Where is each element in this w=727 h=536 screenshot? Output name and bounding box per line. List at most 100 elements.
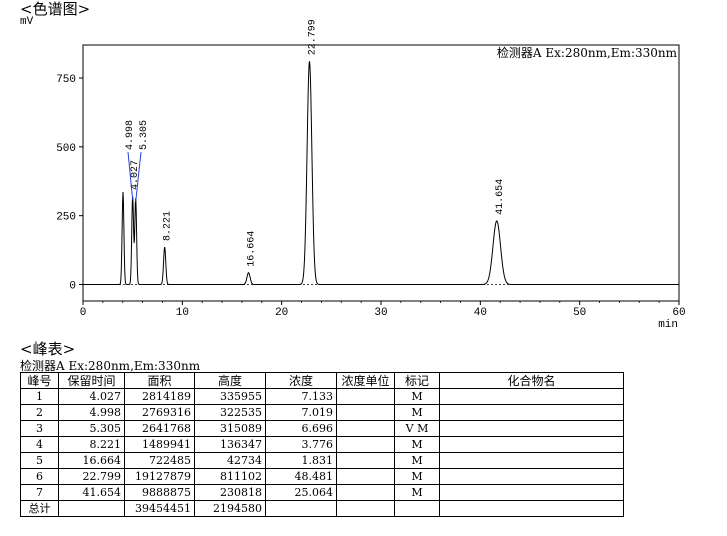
cell-compound-name [439,452,624,469]
cell-mark: M [394,484,440,501]
cell-area: 2641768 [124,420,195,437]
cell-conc-unit [336,484,395,501]
cell-conc-unit [336,388,395,405]
cell-height: 335955 [194,388,266,405]
peak-label: 41.654 [495,179,506,215]
cell-peak-no: 1 [20,388,59,405]
cell-retention-time [58,500,125,517]
header-peak-no: 峰号 [20,372,59,389]
header-conc-unit: 浓度单位 [336,372,395,389]
table-row: 2 4.998 2769316 322535 7.019 M [20,404,624,421]
cell-conc-unit [336,500,395,517]
table-row: 4 8.221 1489941 136347 3.776 M [20,436,624,453]
cell-peak-no: 6 [20,468,59,485]
cell-conc-unit [336,452,395,469]
peak-label: 16.664 [247,231,258,267]
cell-height: 2194580 [194,500,266,517]
x-tick-label: 10 [176,307,189,319]
x-tick-label: 0 [80,307,87,319]
x-tick-label: 40 [474,307,487,319]
table-row: 3 5.305 2641768 315089 6.696 V M [20,420,624,437]
peak-table: 峰号 保留时间 面积 高度 浓度 浓度单位 标记 化合物名 1 4.027 2814… [20,372,624,517]
cell-concentration: 7.133 [265,388,337,405]
cell-conc-unit [336,468,395,485]
peak-table-header: 峰号 保留时间 面积 高度 浓度 浓度单位 标记 化合物名 [20,372,624,389]
cell-area: 722485 [124,452,195,469]
cell-retention-time: 4.027 [58,388,125,405]
cell-area: 2814189 [124,388,195,405]
cell-height: 315089 [194,420,266,437]
cell-concentration: 3.776 [265,436,337,453]
cell-concentration: 1.831 [265,452,337,469]
cell-peak-no: 总计 [20,500,59,517]
cell-peak-no: 4 [20,436,59,453]
peak-label: 22.799 [308,19,319,55]
cell-conc-unit [336,436,395,453]
cell-height: 322535 [194,404,266,421]
cell-area: 2769316 [124,404,195,421]
y-tick-label: 750 [56,74,76,86]
header-height: 高度 [194,372,266,389]
cell-retention-time: 5.305 [58,420,125,437]
cell-mark [394,500,440,517]
cell-conc-unit [336,420,395,437]
cell-compound-name [439,420,624,437]
cell-area: 1489941 [124,436,195,453]
cell-area: 39454451 [124,500,195,517]
cell-compound-name [439,468,624,485]
y-tick-label: 0 [69,280,76,292]
peak-label: 4.998 [125,120,136,150]
table-row: 1 4.027 2814189 335955 7.133 M [20,388,624,405]
cell-retention-time: 22.799 [58,468,125,485]
cell-mark: M [394,452,440,469]
cell-peak-no: 7 [20,484,59,501]
cell-concentration: 6.696 [265,420,337,437]
cell-peak-no: 5 [20,452,59,469]
plot-frame [82,44,680,302]
cell-mark: M [394,388,440,405]
cell-height: 42734 [194,452,266,469]
cell-conc-unit [336,404,395,421]
table-row: 5 16.664 722485 42734 1.831 M [20,452,624,469]
chromatogram-trace [83,61,679,285]
cell-compound-name [439,484,624,501]
header-area: 面积 [124,372,195,389]
cell-compound-name [439,404,624,421]
cell-peak-no: 3 [20,420,59,437]
cell-concentration [265,500,337,517]
cell-compound-name [439,500,624,517]
header-concentration: 浓度 [265,372,337,389]
cell-retention-time: 16.664 [58,452,125,469]
peak-label: 5.305 [139,120,150,150]
y-tick-label: 500 [56,143,76,155]
cell-retention-time: 4.998 [58,404,125,421]
x-tick-label: 20 [275,307,288,319]
header-mark: 标记 [394,372,440,389]
cell-retention-time: 41.654 [58,484,125,501]
cell-peak-no: 2 [20,404,59,421]
cell-concentration: 48.481 [265,468,337,485]
cell-area: 9888875 [124,484,195,501]
cell-mark: M [394,468,440,485]
cell-compound-name [439,436,624,453]
cell-compound-name [439,388,624,405]
x-tick-label: 30 [374,307,387,319]
detector-label: 检测器A Ex:280nm,Em:330nm [497,45,678,60]
cell-retention-time: 8.221 [58,436,125,453]
header-compound-name: 化合物名 [439,372,624,389]
y-tick-label: 250 [56,212,76,224]
cell-concentration: 7.019 [265,404,337,421]
x-tick-label: 60 [672,307,685,319]
peak-table-title: <峰表> [20,340,76,358]
x-tick-label: 50 [573,307,586,319]
peak-label: 8.221 [163,211,174,241]
cell-mark: M [394,404,440,421]
cell-height: 230818 [194,484,266,501]
table-row: 7 41.654 9888875 230818 25.064 M [20,484,624,501]
chromatogram-chart: 0250500750 0 10 20 30 40 50 60 4.0274.998 5.305… [56,19,685,331]
x-unit-label: min [658,319,678,331]
table-row: 6 22.799 19127879 811102 48.481 M [20,468,624,485]
cell-height: 136347 [194,436,266,453]
cell-mark: V M [394,420,440,437]
cell-height: 811102 [194,468,266,485]
